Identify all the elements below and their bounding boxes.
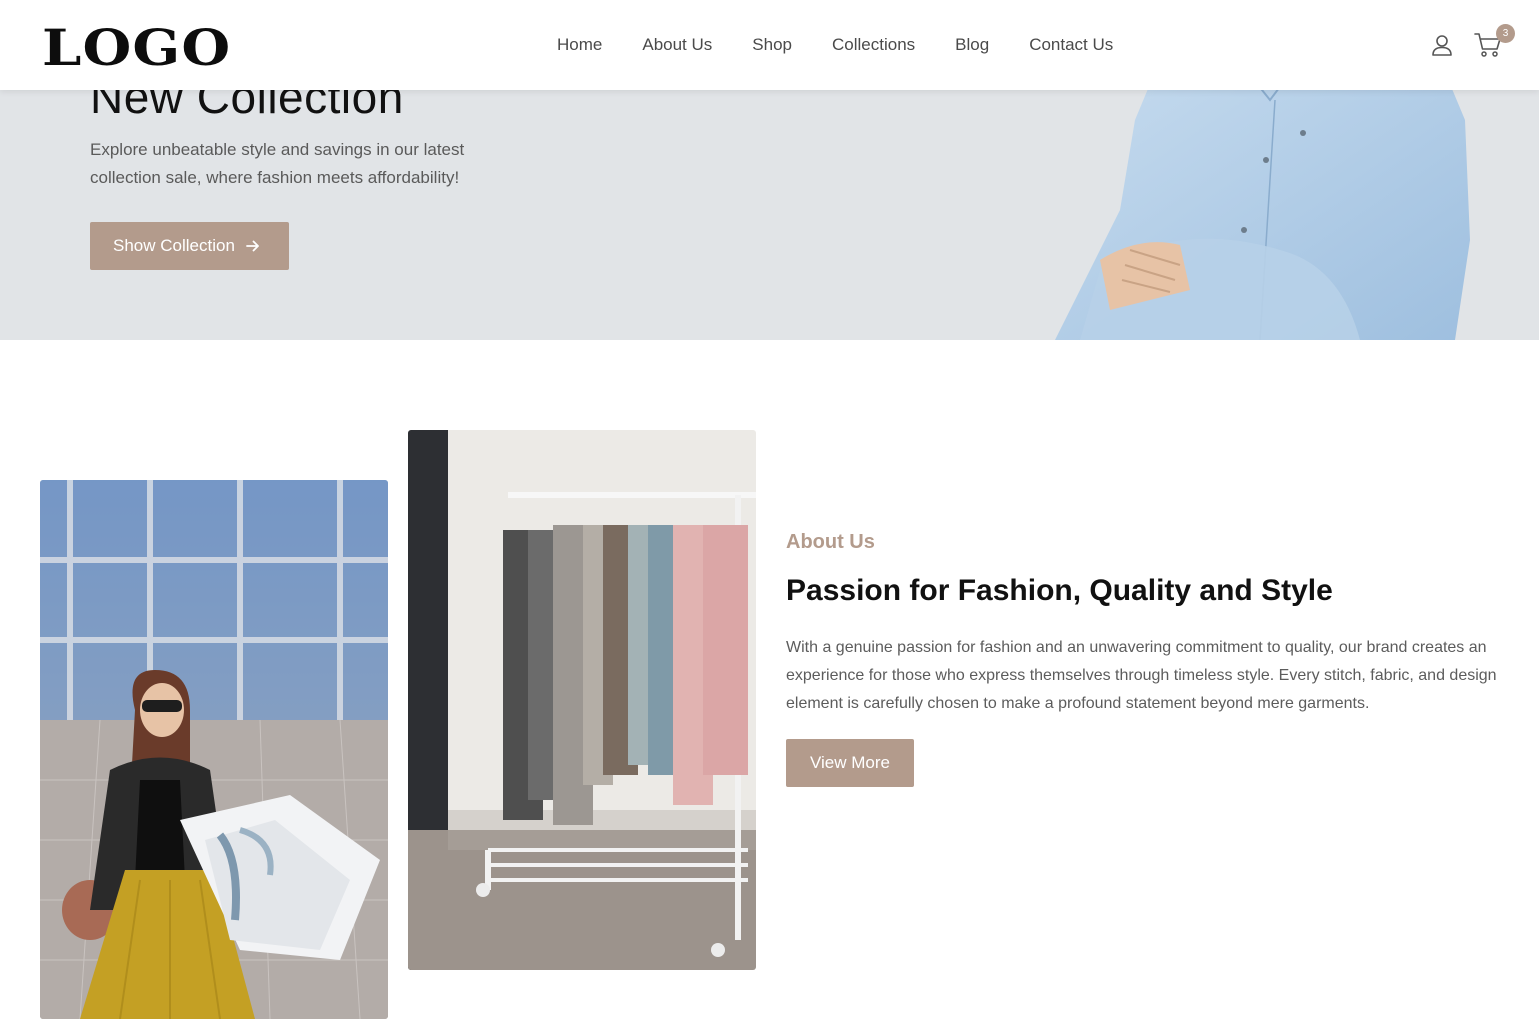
arrow-right-icon xyxy=(246,239,260,253)
nav-contact-us[interactable]: Contact Us xyxy=(1029,35,1113,55)
clothing-rack-image xyxy=(408,430,756,970)
site-logo[interactable]: LOGO xyxy=(42,18,231,77)
hero-description: Explore unbeatable style and savings in … xyxy=(90,140,465,187)
show-collection-button[interactable]: Show Collection xyxy=(90,222,289,270)
nav-blog[interactable]: Blog xyxy=(955,35,989,55)
view-more-button[interactable]: View More xyxy=(786,739,914,787)
nav-about-us[interactable]: About Us xyxy=(642,35,712,55)
cart-count-badge: 3 xyxy=(1496,24,1515,43)
site-header: LOGO Home About Us Shop Collections Blog… xyxy=(0,0,1539,90)
about-title: Passion for Fashion, Quality and Style xyxy=(786,574,1333,607)
shopping-woman-image xyxy=(40,480,388,1019)
main-nav: Home About Us Shop Collections Blog Cont… xyxy=(557,35,1113,55)
user-icon[interactable] xyxy=(1430,33,1454,57)
show-collection-label: Show Collection xyxy=(113,236,235,255)
about-description: With a genuine passion for fashion and a… xyxy=(786,639,1497,712)
nav-shop[interactable]: Shop xyxy=(752,35,792,55)
nav-collections[interactable]: Collections xyxy=(832,35,915,55)
about-eyebrow: About Us xyxy=(786,531,875,553)
hero-model-image xyxy=(1055,60,1470,340)
nav-home[interactable]: Home xyxy=(557,35,602,55)
